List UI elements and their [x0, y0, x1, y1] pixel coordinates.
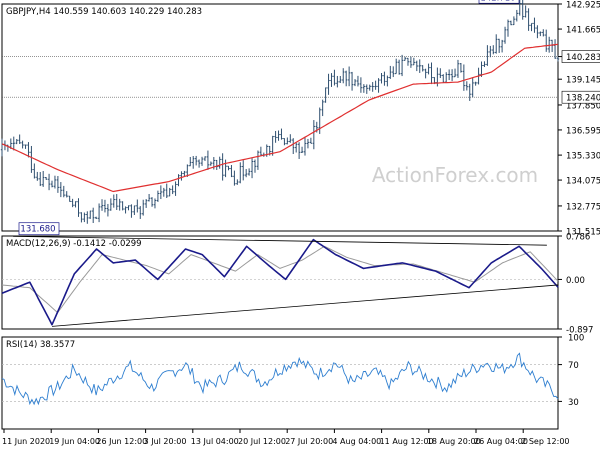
level-label: 138.240 [566, 94, 600, 104]
price-pane-title: GBPJPY,H4 140.559 140.603 140.229 140.28… [6, 7, 202, 17]
x-tick-label: 27 Jul 20:00 [285, 437, 333, 446]
y-tick-label: 141.665 [566, 26, 600, 36]
y-tick-label: 142.925 [566, 1, 600, 11]
x-tick-label: 19 Jun 04:00 [49, 437, 100, 446]
y-tick-label: 136.595 [566, 126, 600, 136]
swing-low-label: 131.680 [20, 225, 55, 235]
current-price-label: 140.283 [566, 53, 600, 63]
x-tick-label: 26 Aug 04:00 [474, 437, 528, 446]
x-tick-label: 11 Jun 2020 [2, 437, 50, 446]
y-tick-label: 134.075 [566, 177, 600, 187]
y-tick-label: 132.775 [566, 202, 600, 212]
x-tick-label: 4 Aug 04:00 [332, 437, 381, 446]
x-tick-label: 11 Aug 12:00 [380, 437, 434, 446]
y-tick-label: 100 [568, 334, 584, 344]
y-tick-label: 0.00 [566, 276, 585, 286]
rsi-pane-title: RSI(14) 38.3577 [6, 340, 75, 350]
y-tick-label: 0.786 [566, 233, 590, 243]
y-tick-label: 139.145 [566, 76, 600, 86]
x-tick-label: 13 Jul 04:00 [191, 437, 239, 446]
y-tick-label: 135.330 [566, 152, 600, 162]
chart-canvas: ActionForex.com 142.925 141.665 140.283 139.… [0, 0, 600, 450]
x-tick-label: 18 Aug 20:00 [427, 437, 481, 446]
swing-high-label: 142.710 [480, 0, 515, 3]
chart-background [0, 0, 600, 450]
y-tick-label: 30 [568, 398, 579, 408]
x-tick-label: 3 Jul 20:00 [144, 437, 187, 446]
x-tick-label: 26 Jun 12:00 [96, 437, 147, 446]
macd-pane-title: MACD(12,26,9) -0.1412 -0.0299 [6, 239, 142, 249]
watermark: ActionForex.com [372, 163, 538, 187]
x-tick-label: 2 Sep 12:00 [521, 437, 569, 446]
x-tick-label: 20 Jul 12:00 [238, 437, 286, 446]
y-tick-label: 70 [568, 361, 579, 371]
